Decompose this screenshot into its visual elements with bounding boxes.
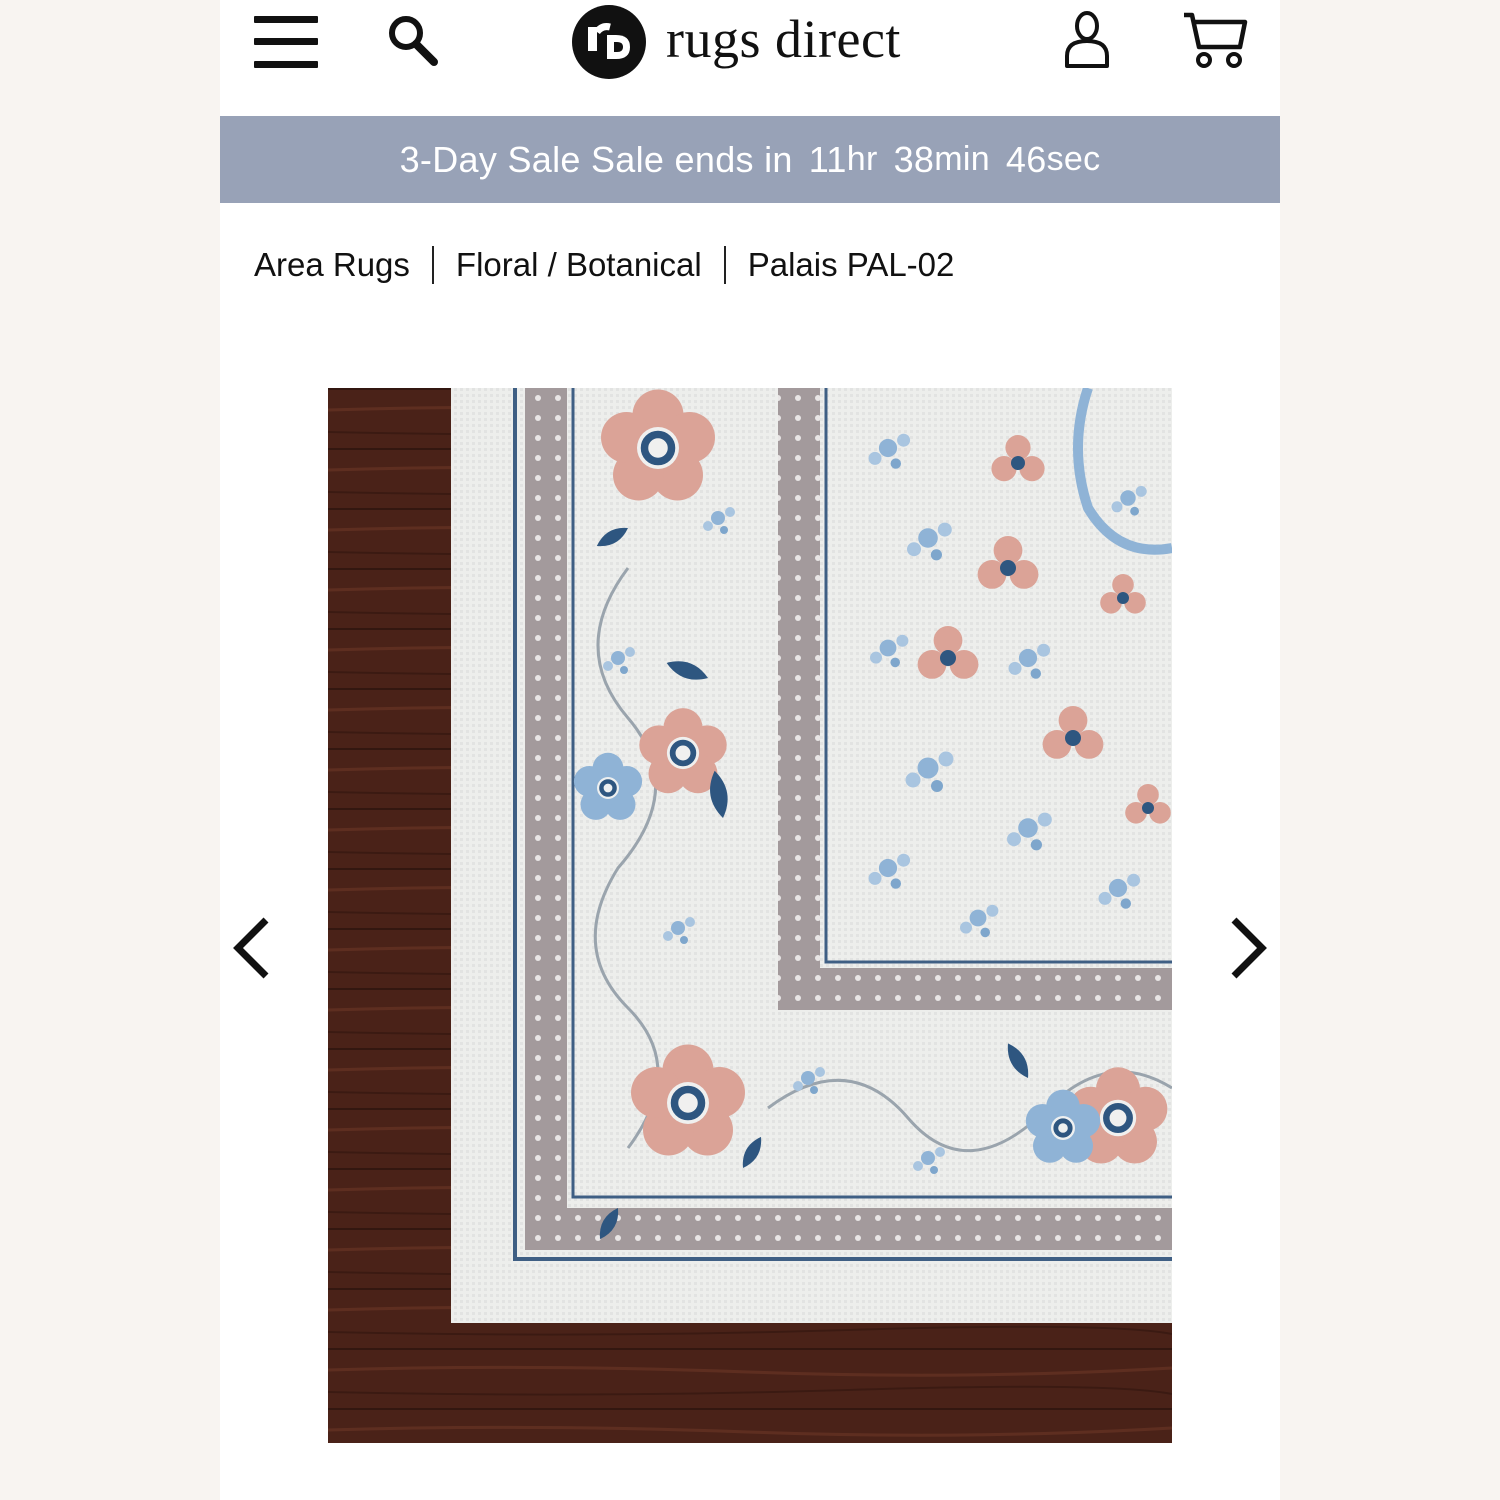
- breadcrumb-area-rugs[interactable]: Area Rugs: [254, 246, 410, 284]
- breadcrumb-separator: [431, 246, 434, 284]
- sale-countdown-banner[interactable]: 3-Day Sale Sale ends in 11 hr 38 min 46 sec: [220, 116, 1280, 203]
- site-header: rugs direct: [220, 0, 1280, 116]
- countdown-minutes: 38: [893, 138, 935, 180]
- logo-text: rugs direct: [666, 9, 901, 69]
- breadcrumb: Area Rugs Floral / Botanical Palais PAL-…: [254, 240, 954, 290]
- logo-mark-icon: [572, 5, 646, 79]
- product-image-rug[interactable]: [328, 382, 1278, 1443]
- user-icon[interactable]: [1064, 10, 1110, 70]
- countdown-hours-unit: hr: [846, 140, 878, 178]
- breadcrumb-current-product: Palais PAL-02: [747, 246, 955, 283]
- countdown-minutes-unit: min: [934, 140, 990, 178]
- countdown-seconds-unit: sec: [1046, 140, 1101, 178]
- cart-icon[interactable]: [1182, 10, 1248, 70]
- site-logo[interactable]: rugs direct: [572, 4, 901, 80]
- sale-label: 3-Day Sale Sale ends in: [399, 138, 793, 180]
- breadcrumb-separator: [723, 246, 726, 284]
- breadcrumb-floral-botanical[interactable]: Floral / Botanical: [456, 246, 702, 284]
- countdown-seconds: 46: [1005, 138, 1047, 180]
- search-icon[interactable]: [386, 14, 444, 68]
- chevron-left-icon[interactable]: [230, 916, 274, 980]
- hamburger-menu-icon[interactable]: [254, 16, 318, 68]
- countdown-hours: 11: [808, 138, 847, 180]
- chevron-right-icon[interactable]: [1226, 916, 1270, 980]
- product-page: rugs direct 3-Day Sale Sale ends in 11 hr…: [220, 0, 1280, 1500]
